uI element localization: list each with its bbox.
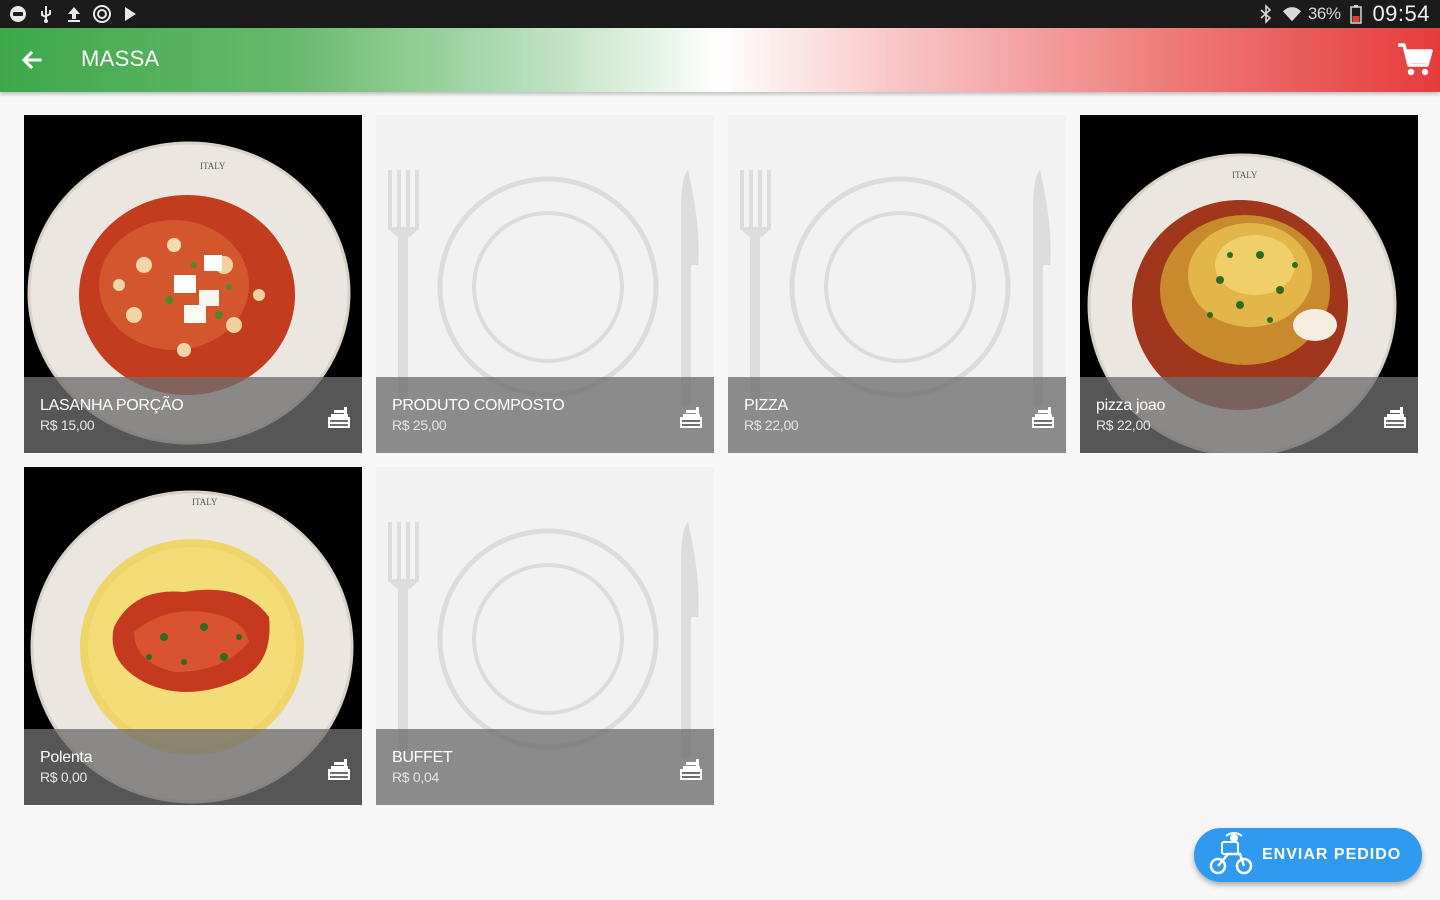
clock: 09:54 <box>1372 1 1430 26</box>
product-name: BUFFET <box>392 749 453 766</box>
product-name: pizza joao <box>1096 397 1166 414</box>
product-info-overlay: PRODUTO COMPOSTO R$ 25,00 <box>376 377 714 453</box>
add-to-cart-icon[interactable] <box>1030 405 1056 431</box>
delivery-scooter-icon <box>1209 832 1253 875</box>
usb-icon <box>36 4 56 24</box>
product-card-buffet[interactable]: BUFFET R$ 0,04 <box>376 467 714 805</box>
svg-text:ITALY: ITALY <box>192 497 218 507</box>
sync-icon <box>92 4 112 24</box>
product-name: Polenta <box>40 749 93 766</box>
product-card-produto-composto[interactable]: PRODUTO COMPOSTO R$ 25,00 <box>376 115 714 453</box>
shopping-cart-icon <box>1398 43 1433 76</box>
page-title: MASSA <box>81 46 160 71</box>
product-name: LASANHA PORÇÃO <box>40 397 184 414</box>
upload-icon <box>64 4 84 24</box>
product-info-overlay: PIZZA R$ 22,00 <box>728 377 1066 453</box>
product-info-overlay: BUFFET R$ 0,04 <box>376 729 714 805</box>
product-info-overlay: LASANHA PORÇÃO R$ 15,00 <box>24 377 362 453</box>
wifi-icon <box>1282 4 1302 24</box>
app-bar: MASSA <box>0 28 1440 92</box>
product-price: R$ 25,00 <box>392 417 447 433</box>
product-price: R$ 15,00 <box>40 417 95 433</box>
play-store-icon <box>120 4 140 24</box>
product-price: R$ 22,00 <box>1096 417 1151 433</box>
svg-text:ITALY: ITALY <box>200 161 226 171</box>
add-to-cart-icon[interactable] <box>678 757 704 783</box>
cart-button[interactable] <box>1396 41 1434 79</box>
add-to-cart-icon[interactable] <box>326 757 352 783</box>
product-name: PRODUTO COMPOSTO <box>392 397 565 414</box>
product-name: PIZZA <box>744 397 788 414</box>
send-order-label: ENVIAR PEDIDO <box>1262 846 1402 863</box>
status-bar-right: 36% 09:54 <box>1256 1 1440 27</box>
status-bar-left <box>0 4 140 24</box>
send-order-button[interactable]: ENVIAR PEDIDO <box>1194 828 1422 882</box>
product-info-overlay: Polenta R$ 0,00 <box>24 729 362 805</box>
product-card-pizza[interactable]: PIZZA R$ 22,00 <box>728 115 1066 453</box>
product-price: R$ 0,00 <box>40 769 87 785</box>
product-card-lasanha-porcao[interactable]: ITALY LASANHA PORÇÃO R$ 15,00 <box>24 115 362 453</box>
product-price: R$ 22,00 <box>744 417 799 433</box>
add-to-cart-icon[interactable] <box>678 405 704 431</box>
message-icon <box>8 4 28 24</box>
arrow-left-icon <box>21 50 42 70</box>
add-to-cart-icon[interactable] <box>1382 405 1408 431</box>
product-price: R$ 0,04 <box>392 769 439 785</box>
product-card-pizza-joao[interactable]: ITALY pizza joao R$ 22,00 <box>1080 115 1418 453</box>
add-to-cart-icon[interactable] <box>326 405 352 431</box>
status-bar: 36% 09:54 <box>0 0 1440 28</box>
bluetooth-icon <box>1256 4 1276 24</box>
battery-icon <box>1346 4 1366 24</box>
svg-text:ITALY: ITALY <box>1232 170 1258 180</box>
product-card-polenta[interactable]: ITALY Polenta R$ 0,00 <box>24 467 362 805</box>
product-info-overlay: pizza joao R$ 22,00 <box>1080 377 1418 453</box>
back-button[interactable] <box>18 46 46 74</box>
battery-percent: 36% <box>1307 4 1341 23</box>
